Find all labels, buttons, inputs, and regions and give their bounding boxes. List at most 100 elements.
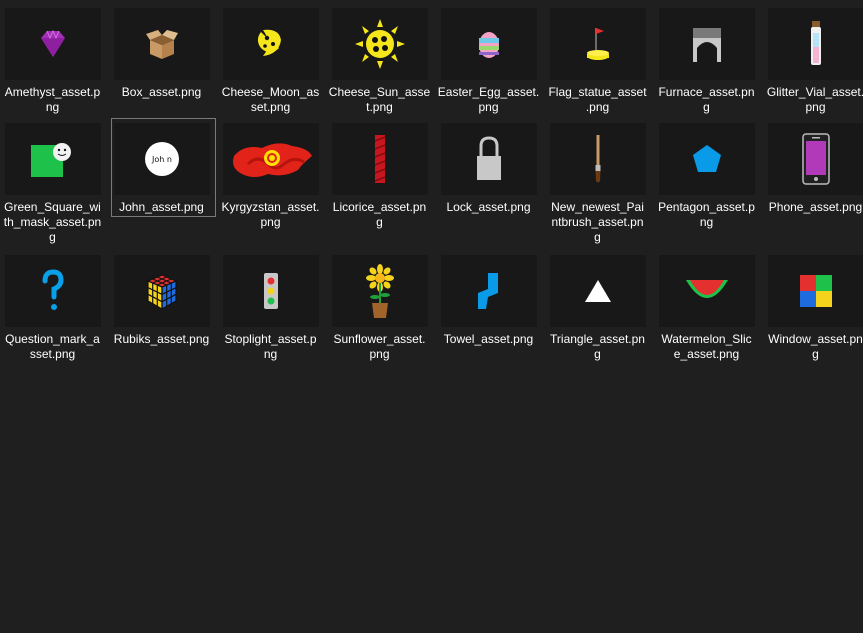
file-item[interactable]: Towel_asset.png xyxy=(436,255,541,365)
pentagon-icon xyxy=(690,142,724,176)
file-item[interactable]: Cheese_Moon_as set.png xyxy=(218,8,323,118)
file-item[interactable]: Pentagon_asset.p ng xyxy=(654,123,759,233)
file-name-line: png xyxy=(369,347,390,361)
file-name-line: Sunflower_asset. xyxy=(333,332,426,346)
file-thumbnail xyxy=(441,8,537,80)
file-grid: Amethyst_asset.p ng Box_asset.png Cheese_Mo… xyxy=(0,0,863,633)
file-name: John_asset.png xyxy=(109,200,214,215)
file-item[interactable]: Amethyst_asset.p ng xyxy=(0,8,105,118)
file-item[interactable]: Licorice_asset.pn g xyxy=(327,123,432,233)
file-item[interactable]: Triangle_asset.pn g xyxy=(545,255,650,365)
file-name: Window_asset.pn g xyxy=(763,332,863,362)
file-name: Kyrgyzstan_asset. png xyxy=(218,200,323,230)
file-item[interactable]: New_newest_Pai ntbrush_asset.pn g xyxy=(545,123,650,244)
file-name: Stoplight_asset.p ng xyxy=(218,332,323,362)
file-name: Easter_Egg_asset. png xyxy=(436,85,541,115)
file-name: Licorice_asset.pn g xyxy=(327,200,432,230)
file-name-line: Licorice_asset.pn xyxy=(332,200,427,214)
file-name-line: Cheese_Moon_as xyxy=(221,85,320,99)
file-name-line: ng xyxy=(699,215,714,229)
file-name-line: ng xyxy=(45,100,60,114)
file-item[interactable]: Watermelon_Slic e_asset.png xyxy=(654,255,759,365)
file-item[interactable]: Question_mark_a sset.png xyxy=(0,255,105,365)
file-item[interactable]: Stoplight_asset.p ng xyxy=(218,255,323,365)
file-name-line: Kyrgyzstan_asset. xyxy=(221,200,320,214)
watermelon-slice-icon xyxy=(684,276,730,306)
file-name: Cheese_Sun_asse t.png xyxy=(327,85,432,115)
file-name-line: Cheese_Sun_asse xyxy=(328,85,431,99)
file-name: Pentagon_asset.p ng xyxy=(654,200,759,230)
file-name-line: Easter_Egg_asset. xyxy=(437,85,540,99)
file-name: Cheese_Moon_as set.png xyxy=(218,85,323,115)
file-item[interactable]: Box_asset.png xyxy=(109,8,214,118)
john-icon: Joh n xyxy=(142,139,182,179)
file-name: Flag_statue_asset .png xyxy=(545,85,650,115)
file-thumbnail xyxy=(659,123,755,195)
triangle-icon xyxy=(583,278,613,304)
file-name-line: Question_mark_a xyxy=(5,332,100,346)
file-name-line: g xyxy=(703,100,710,114)
file-item[interactable]: Joh n John_asset.png xyxy=(109,123,214,233)
file-name: Phone_asset.png xyxy=(763,200,863,215)
file-thumbnail xyxy=(332,255,428,327)
furnace-icon xyxy=(687,24,727,64)
file-name: Box_asset.png xyxy=(109,85,214,100)
file-thumbnail xyxy=(768,255,863,327)
file-name-line: Stoplight_asset.p xyxy=(224,332,317,346)
file-name-line: Lock_asset.png xyxy=(446,200,531,214)
file-name-line: Towel_asset.png xyxy=(443,332,534,346)
file-name-line: t.png xyxy=(366,100,393,114)
paintbrush-icon xyxy=(591,133,605,185)
file-item[interactable]: Sunflower_asset. png xyxy=(327,255,432,365)
file-name-line: g xyxy=(594,230,601,244)
kyrgyzstan-flag-icon xyxy=(228,134,314,184)
file-name-line: ntbrush_asset.pn xyxy=(551,215,644,229)
phone-icon xyxy=(801,132,831,186)
file-name-line: Amethyst_asset.p xyxy=(4,85,101,99)
file-name: Triangle_asset.pn g xyxy=(545,332,650,362)
flag-statue-icon xyxy=(578,24,618,64)
file-thumbnail xyxy=(5,123,101,195)
file-thumbnail xyxy=(659,255,755,327)
file-thumbnail xyxy=(332,123,428,195)
file-name: Sunflower_asset. png xyxy=(327,332,432,362)
file-name-line: Green_Square_wi xyxy=(4,200,101,214)
towel-icon xyxy=(474,269,504,313)
file-name-line: John_asset.png xyxy=(119,200,204,214)
file-name-line: g xyxy=(594,347,601,361)
file-thumbnail xyxy=(332,8,428,80)
file-name-line: set.png xyxy=(250,100,291,114)
file-thumbnail xyxy=(114,8,210,80)
file-item[interactable]: Window_asset.pn g xyxy=(763,255,863,365)
file-item[interactable]: Kyrgyzstan_asset. png xyxy=(218,123,323,233)
file-name-line: Furnace_asset.pn xyxy=(658,85,755,99)
file-item[interactable]: Flag_statue_asset .png xyxy=(545,8,650,118)
file-item[interactable]: Cheese_Sun_asse t.png xyxy=(327,8,432,118)
file-item[interactable]: Phone_asset.png xyxy=(763,123,863,233)
file-name-line: ng xyxy=(263,347,278,361)
file-item[interactable]: Green_Square_wi th_mask_asset.pn g xyxy=(0,123,105,244)
file-name-line: Pentagon_asset.p xyxy=(658,200,755,214)
file-thumbnail xyxy=(223,123,319,195)
file-name-line: Box_asset.png xyxy=(121,85,202,99)
file-name-line: sset.png xyxy=(29,347,76,361)
file-name: Question_mark_a sset.png xyxy=(0,332,105,362)
question-mark-icon xyxy=(40,269,66,313)
file-item[interactable]: Lock_asset.png xyxy=(436,123,541,233)
file-name-line: g xyxy=(376,215,383,229)
file-name-line: Watermelon_Slic xyxy=(661,332,752,346)
file-item[interactable]: Easter_Egg_asset. png xyxy=(436,8,541,118)
amethyst-icon xyxy=(33,24,73,64)
file-thumbnail xyxy=(223,8,319,80)
licorice-icon xyxy=(372,133,388,185)
file-item[interactable]: Glitter_Vial_asset. png xyxy=(763,8,863,118)
file-thumbnail xyxy=(768,8,863,80)
file-item[interactable]: Furnace_asset.pn g xyxy=(654,8,759,118)
file-name-line: Window_asset.pn xyxy=(768,332,863,346)
file-thumbnail: Joh n xyxy=(114,123,210,195)
easter-egg-icon xyxy=(474,27,504,61)
file-item[interactable]: Rubiks_asset.png xyxy=(109,255,214,365)
file-name: Glitter_Vial_asset. png xyxy=(763,85,863,115)
file-name: Green_Square_wi th_mask_asset.pn g xyxy=(0,200,105,245)
file-name-line: Flag_statue_asset xyxy=(548,85,647,99)
